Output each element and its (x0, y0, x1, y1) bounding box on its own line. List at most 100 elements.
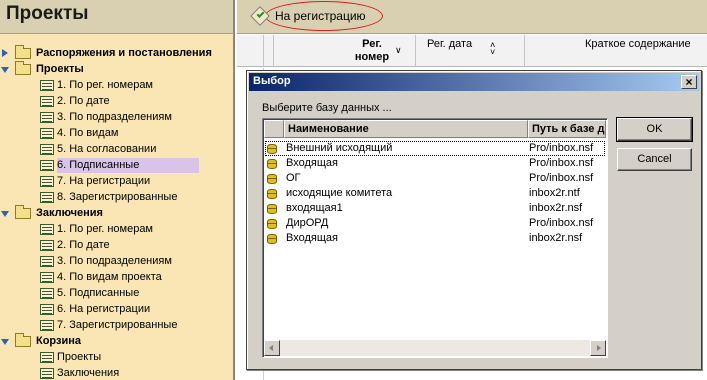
tree-folder[interactable]: Корзина (0, 333, 233, 349)
view-icon (40, 176, 54, 187)
folder-icon (15, 61, 31, 75)
tree-view-item[interactable]: 8. Зарегистрированные (0, 190, 233, 205)
tree-item-label: Заключения (57, 367, 120, 379)
tree-item-label: Корзина (36, 335, 81, 347)
tree-view-item[interactable]: 2. По дате (0, 238, 233, 253)
database-path: inbox2r.ntf (529, 187, 580, 199)
tree-item-label: Распоряжения и постановления (36, 47, 212, 59)
database-icon (267, 204, 277, 214)
list-header-name[interactable]: Наименование (284, 120, 528, 138)
tree-view-item[interactable]: 4. По видам (0, 126, 233, 141)
scroll-left-arrow-icon[interactable] (264, 340, 280, 356)
navigation-tree: Распоряжения и постановления Проекты 1. По… (0, 34, 235, 380)
database-path: Pro/inbox.nsf (529, 157, 594, 169)
view-icon (40, 224, 54, 235)
tree-item-label: 3. По подразделениям (57, 111, 172, 123)
list-item[interactable]: входящая1 inbox2r.nsf (265, 201, 605, 216)
database-name: входящая1 (286, 202, 343, 214)
tree-item-label: Проекты (57, 351, 102, 363)
tree-item-label: 6. Подписанные (57, 158, 200, 173)
tree-view-item[interactable]: 3. По подразделениям (0, 254, 233, 269)
view-icon (40, 320, 54, 331)
view-icon (40, 80, 54, 91)
tree-item-label: 8. Зарегистрированные (57, 191, 178, 203)
view-icon (40, 288, 54, 299)
tree-view-item[interactable]: 1. По рег. номерам (0, 222, 233, 237)
tree-view-item[interactable]: Заключения (0, 366, 233, 380)
list-item[interactable]: Входящая inbox2r.nsf (265, 231, 605, 246)
sort-updown-icon[interactable]: ˄ ˅ (490, 41, 495, 57)
expanded-arrow-icon[interactable] (1, 67, 9, 73)
tree-folder[interactable]: Проекты (0, 61, 233, 77)
close-icon[interactable]: × (681, 75, 697, 89)
tree-folder[interactable]: Заключения (0, 205, 233, 221)
tree-view-item[interactable]: 2. По дате (0, 94, 233, 109)
sort-chevron-icon[interactable]: ∨ (395, 45, 402, 56)
list-header-path[interactable]: Путь к базе д (528, 120, 606, 138)
select-database-dialog: Выбор × Выберите базу данных ... Наимено… (246, 70, 702, 370)
database-name: исходящие комитета (286, 187, 393, 199)
folder-icon (15, 205, 31, 219)
column-divider (524, 35, 525, 67)
tree-view-item[interactable]: 1. По рег. номерам (0, 78, 233, 93)
list-item[interactable]: исходящие комитета inbox2r.ntf (265, 186, 605, 201)
list-header: Наименование Путь к базе д (264, 120, 606, 138)
tree-item-label: 7. На регистрации (57, 175, 151, 187)
database-name: ОГ (286, 172, 301, 184)
list-item[interactable]: Внешний исходящий Pro/inbox.nsf (265, 141, 605, 156)
list-item[interactable]: Входящая Pro/inbox.nsf (265, 156, 605, 171)
database-path: inbox2r.nsf (529, 202, 583, 214)
dialog-title: Выбор (253, 75, 291, 87)
scroll-right-arrow-icon[interactable] (590, 340, 606, 356)
collapsed-arrow-icon[interactable] (2, 49, 8, 57)
tree-view-item[interactable]: 3. По подразделениям (0, 110, 233, 125)
database-icon (267, 234, 277, 244)
column-reg-number[interactable]: Рег. номер (342, 38, 402, 64)
tree-view-item[interactable]: 5. На согласовании (0, 142, 233, 157)
tree-folder[interactable]: Распоряжения и постановления (0, 45, 233, 61)
ok-button[interactable]: OK (616, 117, 693, 142)
database-name: Входящая (286, 157, 338, 169)
column-summary[interactable]: Краткое содержание (585, 38, 691, 51)
database-path: inbox2r.nsf (529, 232, 583, 244)
list-item[interactable]: ОГ Pro/inbox.nsf (265, 171, 605, 186)
tree-view-item[interactable]: 6. На регистрации (0, 302, 233, 317)
tree-view-item[interactable]: 5. Подписанные (0, 286, 233, 301)
tree-item-label: 3. По подразделениям (57, 255, 172, 267)
tree-view-item[interactable]: 4. По видам проекта (0, 270, 233, 285)
database-icon (267, 159, 277, 169)
view-icon (40, 160, 54, 171)
database-list[interactable]: Наименование Путь к базе д Внешний исход… (262, 118, 608, 358)
database-path: Pro/inbox.nsf (529, 172, 594, 184)
view-icon (40, 272, 54, 283)
database-icon (267, 219, 277, 229)
tree-view-item[interactable]: 7. На регистрации (0, 174, 233, 189)
database-icon (267, 174, 277, 184)
tree-item-label: 5. На согласовании (57, 143, 157, 155)
view-icon (40, 128, 54, 139)
tree-view-item[interactable]: 6. Подписанные (0, 158, 233, 173)
dialog-titlebar[interactable]: Выбор × (249, 73, 699, 91)
column-divider (273, 35, 274, 67)
tree-item-label: 5. Подписанные (57, 287, 140, 299)
tree-item-label: 1. По рег. номерам (57, 223, 153, 235)
expanded-arrow-icon[interactable] (1, 211, 9, 217)
view-icon (40, 96, 54, 107)
horizontal-scrollbar[interactable] (264, 340, 606, 356)
list-header-icon-column[interactable] (264, 120, 284, 138)
view-icon (40, 352, 54, 363)
view-icon (40, 144, 54, 155)
expanded-arrow-icon[interactable] (1, 339, 9, 345)
tree-item-label: 7. Зарегистрированные (57, 319, 178, 331)
column-reg-date[interactable]: Рег. дата (427, 38, 472, 51)
tree-view-item[interactable]: 7. Зарегистрированные (0, 318, 233, 333)
database-path: Pro/inbox.nsf (529, 142, 594, 154)
folder-icon (15, 333, 31, 347)
tree-view-item[interactable]: Проекты (0, 350, 233, 365)
register-button[interactable]: На регистрацию (275, 9, 366, 23)
tree-item-label: 1. По рег. номерам (57, 79, 153, 91)
folder-icon (15, 45, 31, 59)
view-icon (40, 304, 54, 315)
list-item[interactable]: ДирОРД Pro/inbox.nsf (265, 216, 605, 231)
cancel-button[interactable]: Cancel (617, 148, 692, 171)
